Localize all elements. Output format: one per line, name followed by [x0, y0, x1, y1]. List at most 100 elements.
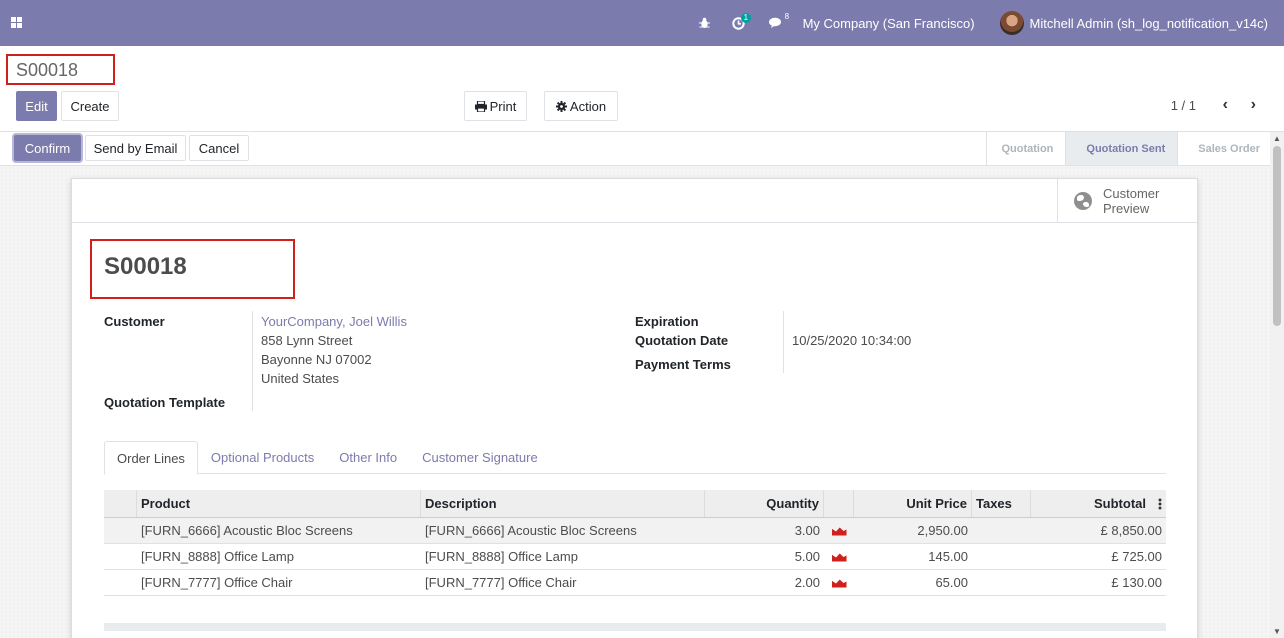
avatar — [999, 11, 1024, 35]
tab-customer-signature[interactable]: Customer Signature — [410, 441, 550, 474]
column-header-product[interactable]: Product — [137, 490, 421, 517]
scrollbar[interactable]: ▲ ▼ — [1270, 132, 1284, 638]
form-sheet: Customer Preview S00018 Customer YourCom… — [71, 178, 1198, 638]
line-quantity: 5.00 — [794, 549, 820, 564]
messages-icon[interactable]: 8 — [768, 12, 789, 29]
apps-menu-icon[interactable] — [11, 17, 22, 28]
tab-order-lines[interactable]: Order Lines — [104, 441, 198, 475]
pager-previous-icon[interactable]: ‹ — [1223, 96, 1228, 114]
line-subtotal: £ 130.00 — [1111, 575, 1162, 590]
optional-columns-icon[interactable] — [1158, 497, 1162, 510]
customer-city: Bayonne NJ 07002 — [261, 352, 372, 367]
line-subtotal: £ 725.00 — [1111, 549, 1162, 564]
payment-terms-label: Payment Terms — [635, 357, 731, 372]
row-handle — [104, 544, 137, 569]
gear-icon — [555, 100, 567, 112]
customer-preview-line2: Preview — [1103, 201, 1150, 216]
column-header-quantity[interactable]: Quantity — [705, 490, 824, 517]
confirm-button[interactable]: Confirm — [14, 135, 81, 161]
company-switcher[interactable]: My Company (San Francisco) — [803, 16, 975, 31]
quotation-template-label: Quotation Template — [104, 395, 226, 410]
activity-badge: 1 — [740, 12, 752, 23]
divider — [783, 311, 784, 373]
customer-preview-button[interactable]: Customer Preview — [1057, 179, 1197, 223]
print-label: Print — [489, 98, 517, 114]
scroll-thumb[interactable] — [1273, 146, 1281, 326]
customer-street: 858 Lynn Street — [261, 333, 353, 348]
expiration-label: Expiration — [635, 314, 699, 329]
handle-column-header — [104, 490, 137, 517]
table-row[interactable]: [FURN_8888] Office Lamp [FURN_8888] Offi… — [104, 544, 1166, 570]
pager-value[interactable]: 1 / 1 — [1171, 98, 1196, 113]
line-unit-price: 2,950.00 — [917, 523, 968, 538]
forecast-chart-icon[interactable] — [824, 518, 854, 543]
line-product: [FURN_7777] Office Chair — [141, 575, 293, 590]
line-taxes — [972, 570, 1031, 595]
line-description: [FURN_6666] Acoustic Bloc Screens — [425, 523, 637, 538]
column-header-forecast — [824, 490, 854, 517]
row-handle — [104, 570, 137, 595]
customer-name-link[interactable]: YourCompany, Joel Willis — [261, 314, 407, 329]
statusbar: Confirm Send by Email Cancel Quotation Q… — [0, 132, 1284, 166]
line-product: [FURN_6666] Acoustic Bloc Screens — [141, 523, 353, 538]
forecast-chart-icon[interactable] — [824, 570, 854, 595]
pager-next-icon[interactable]: › — [1251, 96, 1256, 114]
debug-icon[interactable] — [698, 17, 710, 29]
customer-preview-label: Customer Preview — [1103, 186, 1159, 216]
messages-count: 8 — [784, 12, 790, 21]
line-product: [FURN_8888] Office Lamp — [141, 549, 294, 564]
create-button[interactable]: Create — [61, 91, 119, 121]
tab-other-info[interactable]: Other Info — [327, 441, 409, 474]
top-navbar: 1 8 My Company (San Francisco) Mitchell … — [0, 0, 1284, 46]
line-quantity: 2.00 — [794, 575, 820, 590]
line-quantity: 3.00 — [794, 523, 820, 538]
tab-optional-products[interactable]: Optional Products — [199, 441, 326, 474]
row-handle — [104, 518, 137, 543]
quotation-date-label: Quotation Date — [635, 333, 729, 348]
status-step-quotation[interactable]: Quotation — [986, 132, 1065, 165]
status-step-sales-order[interactable]: Sales Order — [1177, 132, 1272, 165]
quotation-date-value: 10/25/2020 10:34:00 — [792, 333, 912, 348]
line-description: [FURN_8888] Office Lamp — [425, 549, 578, 564]
table-header: Product Description Quantity Unit Price … — [104, 490, 1166, 518]
breadcrumb: S00018 — [16, 60, 79, 80]
line-unit-price: 145.00 — [928, 549, 968, 564]
table-footer — [104, 623, 1166, 631]
status-step-quotation-sent[interactable]: Quotation Sent — [1065, 132, 1178, 165]
user-name: Mitchell Admin (sh_log_notification_v14c… — [1029, 15, 1268, 31]
table-row[interactable]: [FURN_7777] Office Chair [FURN_7777] Off… — [104, 570, 1166, 596]
scroll-up-icon[interactable]: ▲ — [1273, 134, 1281, 143]
globe-icon — [1074, 192, 1092, 210]
order-lines-table: Product Description Quantity Unit Price … — [104, 490, 1166, 596]
cancel-button[interactable]: Cancel — [189, 135, 249, 161]
navbar-systray: 1 8 My Company (San Francisco) Mitchell … — [698, 0, 1284, 46]
line-unit-price: 65.00 — [935, 575, 968, 590]
column-header-subtotal[interactable]: Subtotal — [1031, 490, 1166, 517]
table-row[interactable]: [FURN_6666] Acoustic Bloc Screens [FURN_… — [104, 518, 1166, 544]
print-button[interactable]: Print — [464, 91, 527, 121]
scroll-down-icon[interactable]: ▼ — [1273, 627, 1281, 636]
record-title: S00018 — [104, 253, 187, 280]
button-box: Customer Preview — [72, 179, 1197, 223]
action-button[interactable]: Action — [544, 91, 618, 121]
customer-preview-line1: Customer — [1103, 186, 1160, 201]
column-header-unit-price[interactable]: Unit Price — [854, 490, 972, 517]
line-taxes — [972, 518, 1031, 543]
forecast-chart-icon[interactable] — [824, 544, 854, 569]
notebook-tabs: Order Lines Optional Products Other Info… — [104, 441, 1166, 475]
line-description: [FURN_7777] Office Chair — [425, 575, 577, 590]
activity-icon[interactable]: 1 — [731, 12, 752, 30]
customer-country: United States — [261, 371, 340, 386]
control-panel: S00018 Edit Create Print Action 1 / 1 ‹ … — [0, 46, 1284, 132]
status-steps: Quotation Quotation Sent Sales Order — [986, 132, 1272, 165]
line-taxes — [972, 544, 1031, 569]
column-header-taxes[interactable]: Taxes — [972, 490, 1031, 517]
user-menu[interactable]: Mitchell Admin (sh_log_notification_v14c… — [999, 11, 1268, 35]
print-icon — [474, 100, 487, 112]
line-subtotal: £ 8,850.00 — [1100, 523, 1162, 538]
edit-button[interactable]: Edit — [16, 91, 57, 121]
send-by-email-button[interactable]: Send by Email — [85, 135, 186, 161]
column-header-description[interactable]: Description — [421, 490, 705, 517]
action-label: Action — [569, 98, 607, 114]
subtotal-header-label: Subtotal — [1094, 496, 1146, 511]
